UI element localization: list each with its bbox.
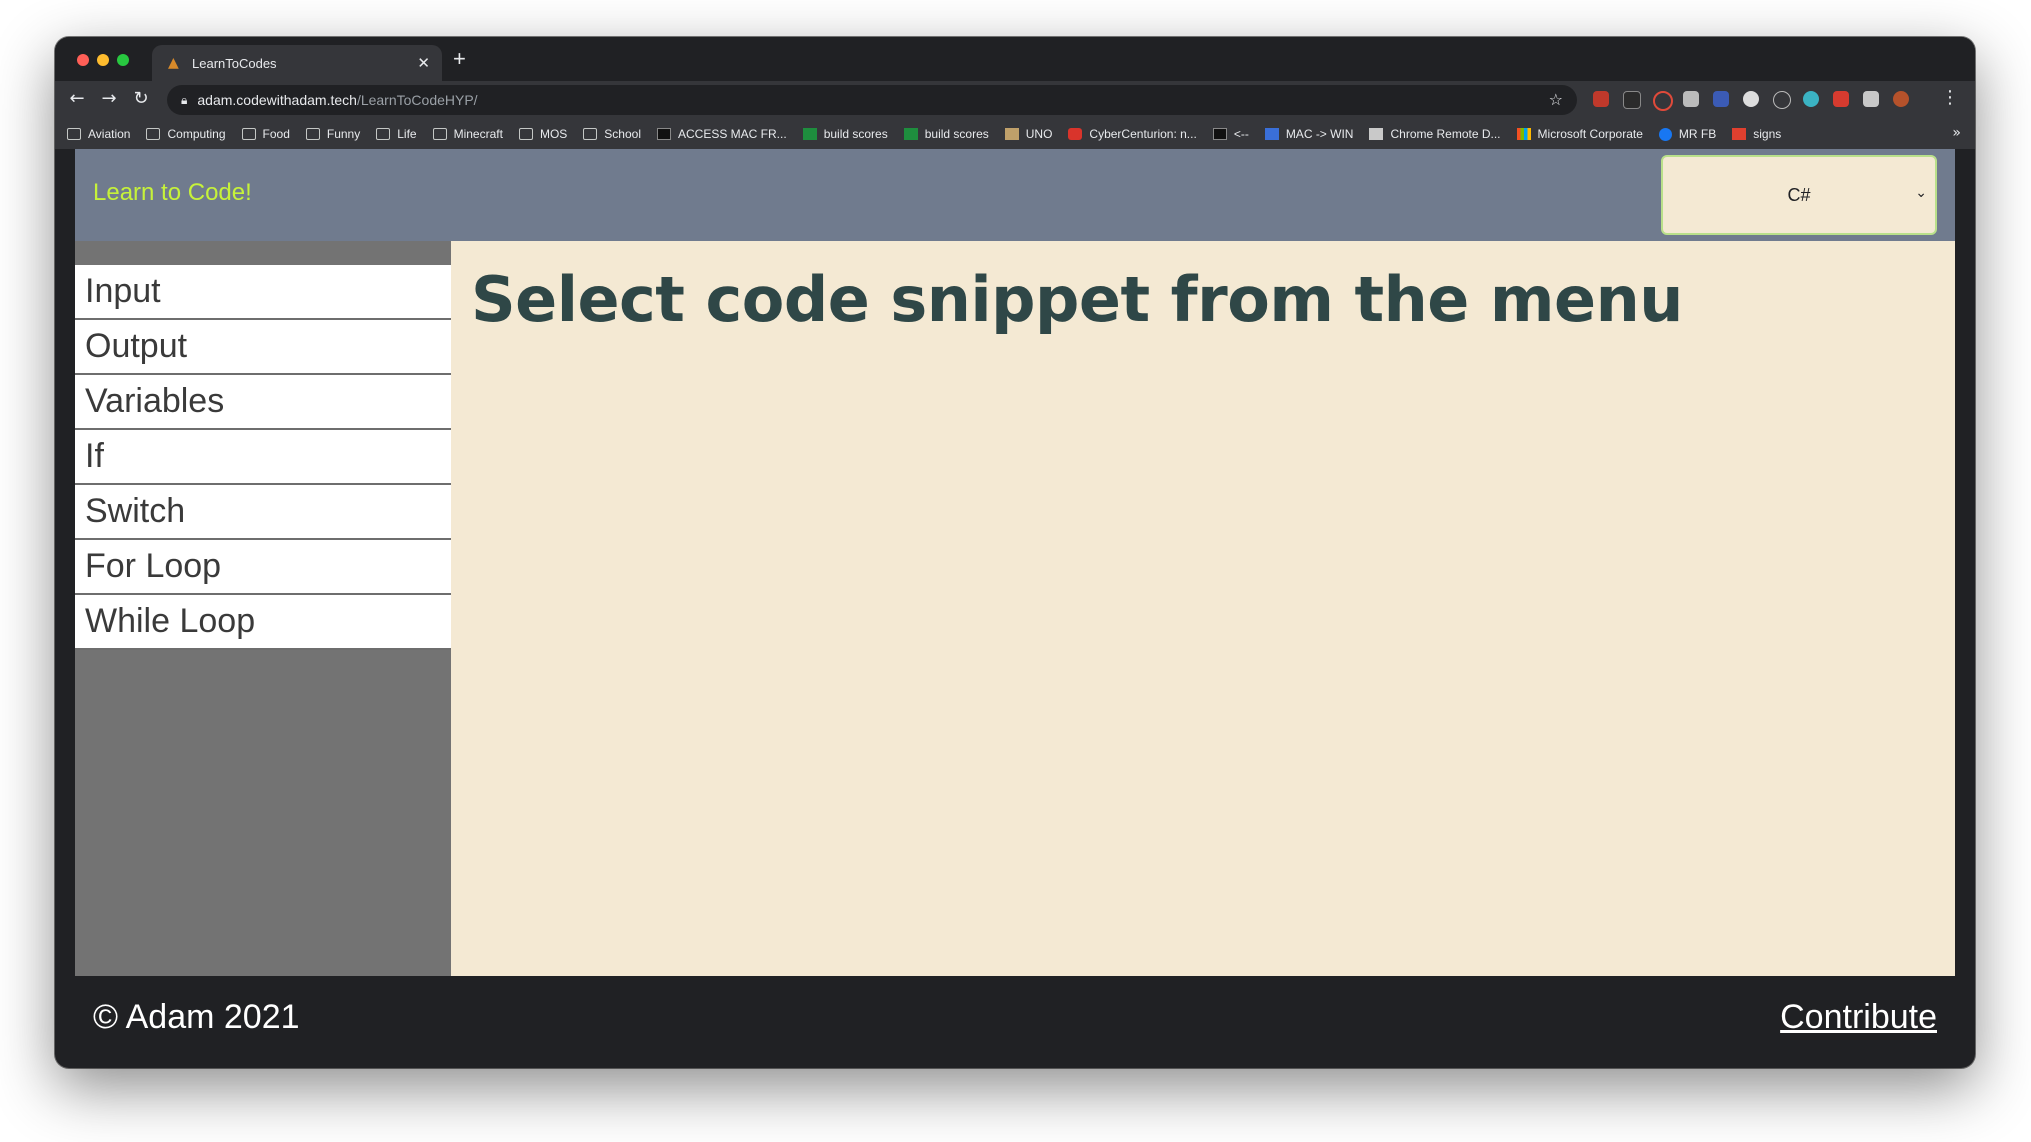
signs-icon: [1732, 128, 1747, 140]
folder-icon: [67, 128, 81, 140]
browser-window: ▲ LearnToCodes ✕ + ← → ↻ 🔒︎ adam.codewit…: [55, 37, 1975, 1068]
circle-extension-icon[interactable]: [1743, 91, 1759, 107]
flame-icon: ▲: [168, 55, 179, 71]
bookmark-item[interactable]: Food: [241, 127, 290, 141]
copyright-text: © Adam 2021: [93, 998, 300, 1036]
more-bookmarks-button[interactable]: »: [1952, 125, 1961, 141]
bookmark-item[interactable]: Computing: [146, 127, 226, 141]
browser-tab[interactable]: ▲ LearnToCodes ✕: [152, 45, 442, 81]
puzzle-icon[interactable]: [1863, 91, 1879, 107]
tab-title: LearnToCodes: [192, 55, 277, 71]
browser-toolbar: ← → ↻ 🔒︎ adam.codewithadam.tech /LearnTo…: [55, 81, 1975, 119]
language-select[interactable]: C# ⌄: [1661, 155, 1937, 235]
content-area: Select code snippet from the menu: [451, 241, 1955, 976]
block-extension-icon[interactable]: [1653, 91, 1673, 111]
folder-icon: [305, 128, 320, 140]
contribute-link[interactable]: Contribute: [1780, 998, 1937, 1037]
reload-button[interactable]: ↻: [129, 88, 153, 109]
folder-icon: [583, 128, 598, 140]
bookmark-item[interactable]: MR FB: [1658, 127, 1716, 141]
back-button[interactable]: ←: [65, 88, 89, 109]
chevron-down-icon: ⌄: [1915, 185, 1927, 201]
bookmark-item[interactable]: Chrome Remote D...: [1369, 127, 1501, 141]
new-tab-button[interactable]: +: [453, 46, 466, 72]
address-bar[interactable]: 🔒︎ adam.codewithadam.tech /LearnToCodeHY…: [167, 85, 1577, 115]
tab-strip: ▲ LearnToCodes ✕ +: [55, 37, 1975, 81]
red-extension-icon[interactable]: [1833, 91, 1849, 107]
bookmark-star-icon[interactable]: ☆: [1549, 90, 1563, 109]
bookmark-item[interactable]: School: [583, 127, 641, 141]
lambda-extension-icon[interactable]: [1773, 91, 1791, 109]
folder-icon: [518, 128, 533, 140]
profile-avatar[interactable]: [1893, 91, 1909, 107]
site-logo[interactable]: Learn to Code!: [93, 179, 252, 207]
url-path: /LearnToCodeHYP/: [356, 92, 478, 108]
menu-item-while-loop[interactable]: While Loop: [75, 595, 451, 650]
sheets-icon: [903, 128, 918, 140]
lock-icon: 🔒︎: [181, 92, 188, 107]
bookmarks-bar: Aviation Computing Food Funny Life Minec…: [55, 119, 1975, 149]
uno-icon: [1004, 128, 1019, 140]
ublock-extension-icon[interactable]: [1593, 91, 1609, 107]
folder-icon: [241, 128, 256, 140]
bookmark-item[interactable]: Funny: [305, 127, 360, 141]
menu-item-if[interactable]: If: [75, 430, 451, 485]
site-footer: © Adam 2021 Contribute: [75, 976, 1955, 1068]
bookmark-item[interactable]: <--: [1212, 127, 1249, 141]
menu-item-variables[interactable]: Variables: [75, 375, 451, 430]
ms-icon: [1516, 128, 1531, 140]
bookmark-item[interactable]: signs: [1732, 127, 1781, 141]
cyber-icon: [1068, 128, 1083, 140]
close-tab-icon[interactable]: ✕: [417, 54, 430, 72]
content-title: Select code snippet from the menu: [471, 263, 1683, 336]
bookmark-item[interactable]: MAC -> WIN: [1264, 127, 1353, 141]
bookmark-item[interactable]: ACCESS MAC FR...: [657, 127, 787, 141]
close-window-button[interactable]: [77, 54, 89, 66]
folder-icon: [146, 128, 161, 140]
remote-icon: [1369, 128, 1384, 140]
bookmark-item[interactable]: Minecraft: [432, 127, 503, 141]
htg-icon: [1212, 128, 1227, 140]
forward-button[interactable]: →: [97, 88, 121, 109]
star-extension-icon[interactable]: [1713, 91, 1729, 107]
web-page: Learn to Code! C# ⌄ Input Output Variabl…: [75, 149, 1955, 1068]
minimize-window-button[interactable]: [97, 54, 109, 66]
bookmark-item[interactable]: CyberCenturion: n...: [1068, 127, 1197, 141]
folder-icon: [432, 128, 447, 140]
bookmark-item[interactable]: build scores: [802, 127, 888, 141]
m-icon: [1264, 128, 1279, 140]
folder-icon: [376, 128, 391, 140]
menu-item-switch[interactable]: Switch: [75, 485, 451, 540]
printer-extension-icon[interactable]: [1683, 91, 1699, 107]
facebook-icon: [1658, 127, 1672, 141]
sync-extension-icon[interactable]: [1803, 91, 1819, 107]
bookmark-item[interactable]: Life: [376, 127, 417, 141]
snippet-menu: Input Output Variables If Switch For Loo…: [75, 265, 451, 650]
bookmark-item[interactable]: UNO: [1004, 127, 1052, 141]
language-selected-value: C#: [1787, 185, 1811, 205]
htg-icon: [657, 128, 671, 140]
sidebar: Input Output Variables If Switch For Loo…: [75, 241, 451, 976]
menu-item-input[interactable]: Input: [75, 265, 451, 320]
url-host: adam.codewithadam.tech: [197, 92, 357, 108]
maximize-window-button[interactable]: [117, 54, 129, 66]
bookmark-item[interactable]: MOS: [518, 127, 567, 141]
sheets-icon: [802, 128, 817, 140]
site-header: Learn to Code! C# ⌄: [75, 149, 1955, 241]
chrome-menu-icon[interactable]: ⋮: [1941, 87, 1959, 108]
bookmark-item[interactable]: build scores: [903, 127, 989, 141]
bookmark-item[interactable]: Microsoft Corporate: [1516, 127, 1643, 141]
bookmark-item[interactable]: Aviation: [67, 127, 130, 141]
extension-icon[interactable]: [1623, 91, 1641, 109]
menu-item-for-loop[interactable]: For Loop: [75, 540, 451, 595]
menu-item-output[interactable]: Output: [75, 320, 451, 375]
